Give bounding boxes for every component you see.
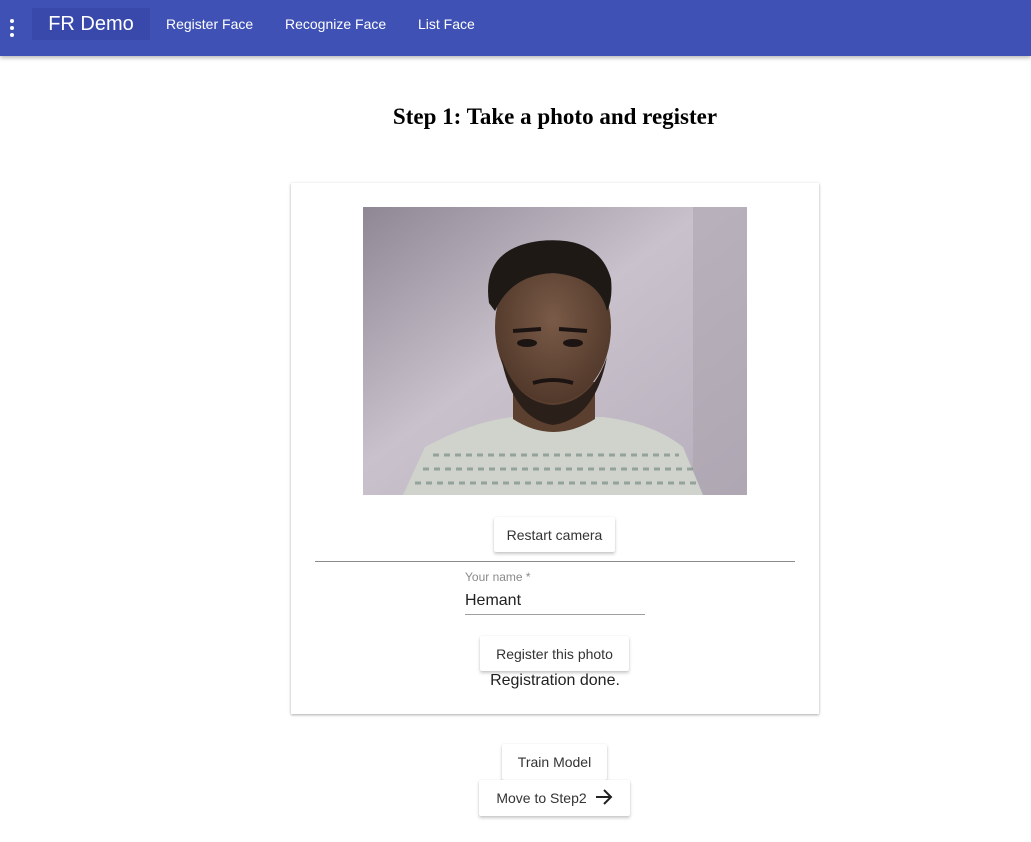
move-to-step2-button[interactable]: Move to Step2: [479, 780, 630, 816]
arrow-right-icon: [595, 788, 613, 808]
divider: [315, 561, 795, 562]
register-photo-button[interactable]: Register this photo: [480, 636, 629, 671]
name-field-label: Your name *: [465, 570, 531, 584]
train-model-button[interactable]: Train Model: [502, 744, 607, 780]
nav-register-face[interactable]: Register Face: [166, 14, 253, 34]
nav-list-face[interactable]: List Face: [418, 14, 475, 34]
restart-camera-button[interactable]: Restart camera: [494, 517, 615, 552]
camera-preview: [363, 207, 747, 495]
page-title: Step 1: Take a photo and register: [392, 104, 718, 129]
top-app-bar: FR Demo Register Face Recognize Face Lis…: [0, 0, 1031, 56]
app-brand[interactable]: FR Demo: [32, 8, 150, 40]
registration-status: Registration done.: [490, 672, 620, 689]
register-card: Restart camera Your name * Register this…: [291, 183, 819, 714]
nav-recognize-face[interactable]: Recognize Face: [285, 14, 386, 34]
more-vert-icon[interactable]: [0, 0, 24, 56]
move-to-step2-label: Move to Step2: [496, 790, 587, 806]
name-field[interactable]: [465, 588, 645, 615]
